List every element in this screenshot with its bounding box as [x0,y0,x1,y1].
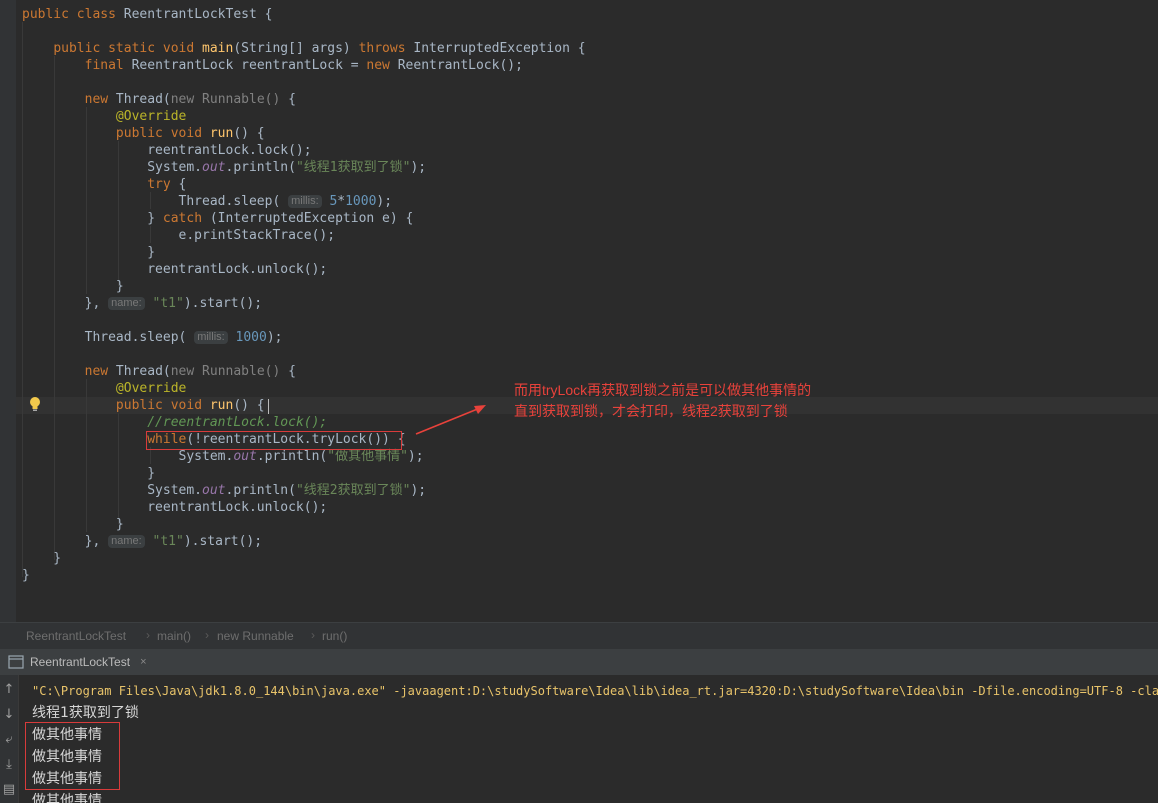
breadcrumb-item-main[interactable]: main() [157,629,191,643]
editor-gutter[interactable] [0,0,16,622]
run-console[interactable]: ↑ ↓ ⤶ ⤓ ▤ "C:\Program Files\Java\jdk1.8.… [0,675,1158,803]
console-line: 线程1获取到了锁 [32,705,139,721]
string-literal: "t1" [152,534,184,549]
close-icon[interactable]: × [140,656,146,668]
parameter-hint: millis: [288,195,322,208]
breadcrumb-item-runnable[interactable]: new Runnable [217,629,294,643]
highlight-box [146,431,402,450]
breadcrumb: ReentrantLockTest › main() › new Runnabl… [0,622,1158,650]
string-literal: "t1" [152,296,184,311]
text-caret [268,399,269,414]
string-literal: "做其他事情" [327,449,408,464]
string-literal: "线程2获取到了锁" [295,483,411,498]
soft-wrap-icon[interactable]: ⤶ [2,733,16,747]
arrow-icon [415,405,486,435]
parameter-hint: millis: [194,331,228,344]
console-line: 做其他事情 [32,771,102,787]
console-icon [8,655,24,669]
breadcrumb-item-run[interactable]: run() [322,629,347,643]
run-tab[interactable]: ReentrantLockTest × [0,649,155,675]
console-command-line: "C:\Program Files\Java\jdk1.8.0_144\bin\… [32,684,1158,698]
string-literal: "线程1获取到了锁" [295,160,411,175]
highlight-box [25,722,120,790]
lightbulb-icon[interactable] [28,396,42,413]
parameter-hint: name: [108,297,145,310]
print-icon[interactable]: ▤ [2,783,16,797]
run-tab-label: ReentrantLockTest [30,655,131,669]
console-line: 做其他事情 [32,793,102,803]
scroll-to-end-icon[interactable]: ⤓ [2,758,16,772]
source-code[interactable]: public class ReentrantLockTest { public … [22,6,586,584]
code-editor[interactable]: public class ReentrantLockTest { public … [0,0,1158,622]
arrow-up-icon[interactable]: ↑ [2,683,16,697]
parameter-hint: name: [108,535,145,548]
breadcrumb-separator: › [311,628,315,642]
arrow-down-icon[interactable]: ↓ [2,708,16,722]
console-line: 做其他事情 [32,749,102,765]
breadcrumb-separator: › [146,628,150,642]
console-toolbar: ↑ ↓ ⤶ ⤓ ▤ [0,675,19,803]
annotation-line-1: 而用tryLock再获取到锁之前是可以做其他事情的 [514,382,812,398]
annotation-line-2: 直到获取到锁，才会打印，线程2获取到了锁 [514,403,788,419]
breadcrumb-item-class[interactable]: ReentrantLockTest [26,629,126,643]
annotation-note: 而用tryLock再获取到锁之前是可以做其他事情的 直到获取到锁，才会打印，线程… [514,380,811,422]
run-tool-window-header: ReentrantLockTest × [0,649,1158,675]
console-line: 做其他事情 [32,727,102,743]
console-output: "C:\Program Files\Java\jdk1.8.0_144\bin\… [32,680,1158,803]
breadcrumb-separator: › [205,628,209,642]
